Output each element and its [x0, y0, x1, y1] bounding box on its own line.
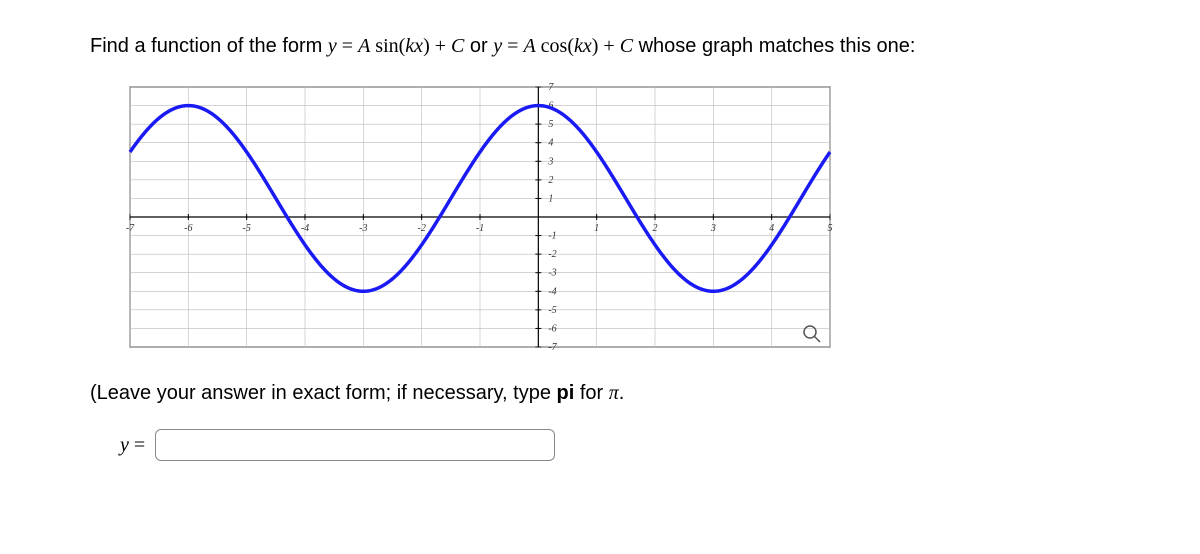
- svg-text:-7: -7: [126, 223, 135, 234]
- answer-y: y: [120, 434, 129, 456]
- prompt-prefix: Find a function of the form: [90, 35, 328, 57]
- svg-text:-5: -5: [242, 223, 250, 234]
- pi-symbol: π: [609, 382, 619, 404]
- svg-text:-7: -7: [548, 342, 557, 353]
- eq2-equals: =: [502, 35, 523, 57]
- svg-text:4: 4: [548, 138, 553, 149]
- eq1-A: A: [358, 35, 370, 57]
- svg-text:-3: -3: [359, 223, 367, 234]
- svg-text:-6: -6: [548, 323, 556, 334]
- instruction-text: (Leave your answer in exact form; if nec…: [90, 377, 1110, 409]
- answer-equals: =: [129, 434, 145, 456]
- eq1-kx: kx: [405, 35, 423, 57]
- pi-word: pi: [557, 382, 575, 404]
- svg-text:-5: -5: [548, 305, 556, 316]
- svg-text:-1: -1: [548, 231, 556, 242]
- svg-text:2: 2: [653, 223, 658, 234]
- svg-text:-4: -4: [301, 223, 309, 234]
- svg-text:-3: -3: [548, 268, 556, 279]
- svg-text:-1: -1: [476, 223, 484, 234]
- eq1-sin: sin(: [370, 35, 405, 57]
- instr-prefix: (Leave your answer in exact form; if nec…: [90, 382, 557, 404]
- eq1-y: y: [328, 35, 337, 57]
- eq2-kx: kx: [574, 35, 592, 57]
- svg-text:-4: -4: [548, 286, 556, 297]
- instr-suffix: .: [619, 382, 625, 404]
- answer-label: y =: [120, 434, 145, 457]
- eq2-y: y: [493, 35, 502, 57]
- svg-text:3: 3: [547, 156, 553, 167]
- eq1-equals: =: [337, 35, 358, 57]
- prompt-suffix: whose graph matches this one:: [639, 35, 916, 57]
- eq2-cos: cos(: [536, 35, 574, 57]
- svg-text:1: 1: [594, 223, 599, 234]
- svg-text:-2: -2: [548, 249, 556, 260]
- answer-row: y =: [120, 429, 1110, 461]
- svg-text:-6: -6: [184, 223, 192, 234]
- eq2-close: ) +: [592, 35, 620, 57]
- eq2-C: C: [620, 35, 633, 57]
- svg-text:2: 2: [548, 175, 553, 186]
- eq1-C: C: [451, 35, 464, 57]
- svg-text:5: 5: [548, 119, 553, 130]
- eq1-close: ) +: [423, 35, 451, 57]
- svg-text:5: 5: [828, 223, 833, 234]
- eq2-A: A: [523, 35, 535, 57]
- sine-graph: -7-6-5-4-3-2-112345-7-6-5-4-3-2-11234567: [120, 77, 840, 357]
- svg-text:3: 3: [710, 223, 716, 234]
- svg-text:1: 1: [548, 193, 553, 204]
- answer-input[interactable]: [155, 429, 555, 461]
- svg-text:4: 4: [769, 223, 774, 234]
- svg-text:-2: -2: [417, 223, 425, 234]
- question-prompt: Find a function of the form y = A sin(kx…: [90, 30, 1110, 62]
- instr-mid: for: [574, 382, 608, 404]
- prompt-or: or: [470, 35, 493, 57]
- graph-container: -7-6-5-4-3-2-112345-7-6-5-4-3-2-11234567: [120, 77, 1110, 357]
